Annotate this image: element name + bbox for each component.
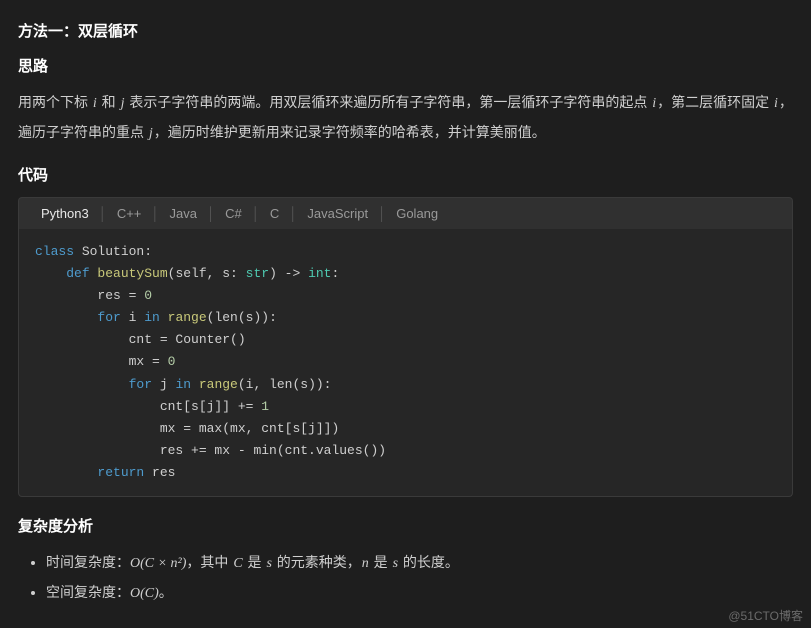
para-text: 和 bbox=[98, 94, 120, 110]
silu-paragraph: 用两个下标 i 和 j 表示子字符串的两端。用双层循环来遍历所有子字符串，第一层… bbox=[18, 88, 793, 148]
code-text: mx = bbox=[129, 354, 168, 369]
code-kw: in bbox=[175, 377, 191, 392]
space-complexity: 空间复杂度：O(C)。 bbox=[46, 578, 793, 608]
code-num: 1 bbox=[261, 399, 269, 414]
tab-javascript[interactable]: JavaScript bbox=[297, 206, 378, 221]
code-fn: beautySum bbox=[90, 266, 168, 281]
code-text: (i, len(s)): bbox=[238, 377, 332, 392]
sc-suffix: 。 bbox=[159, 584, 173, 600]
var-s: s bbox=[265, 556, 272, 571]
tc-mid: 是 bbox=[370, 554, 392, 570]
tab-cpp[interactable]: C++ bbox=[107, 206, 152, 221]
para-text: 表示子字符串的两端。用双层循环来遍历所有子字符串，第一层循环子字符串的起点 bbox=[125, 94, 651, 110]
tab-separator: │ bbox=[151, 206, 159, 221]
tab-separator: │ bbox=[99, 206, 107, 221]
para-text: 用两个下标 bbox=[18, 94, 92, 110]
time-complexity: 时间复杂度：O(C × n²)，其中 C 是 s 的元素种类，n 是 s 的长度… bbox=[46, 548, 793, 578]
code-text: res = bbox=[97, 288, 144, 303]
sc-bigO: O(C) bbox=[130, 586, 159, 601]
tab-separator: │ bbox=[289, 206, 297, 221]
code-text: cnt[s[j]] += bbox=[160, 399, 261, 414]
code-text: j bbox=[152, 377, 175, 392]
sc-prefix: 空间复杂度： bbox=[46, 584, 130, 600]
code-type: str bbox=[246, 266, 269, 281]
tab-python3[interactable]: Python3 bbox=[31, 206, 99, 221]
watermark: @51CTO博客 bbox=[728, 607, 803, 624]
code-text: (len(s)): bbox=[207, 310, 277, 325]
code-text: res += mx - min(cnt.values()) bbox=[160, 443, 386, 458]
code-kw: return bbox=[97, 465, 144, 480]
code-kw: for bbox=[97, 310, 120, 325]
code-text: res bbox=[144, 465, 175, 480]
code-text: ) -> bbox=[269, 266, 308, 281]
tab-java[interactable]: Java bbox=[160, 206, 207, 221]
code-kw: def bbox=[66, 266, 89, 281]
tc-mid: 是 bbox=[244, 554, 266, 570]
section-complexity-title: 复杂度分析 bbox=[18, 515, 793, 536]
code-kw: for bbox=[129, 377, 152, 392]
code-type: int bbox=[308, 266, 331, 281]
tab-golang[interactable]: Golang bbox=[386, 206, 448, 221]
code-fn: range bbox=[160, 310, 207, 325]
var-C: C bbox=[232, 556, 243, 571]
section-silu-title: 思路 bbox=[18, 55, 793, 76]
code-text: cnt = Counter() bbox=[129, 332, 246, 347]
code-fn: range bbox=[191, 377, 238, 392]
code-kw: class bbox=[35, 244, 74, 259]
para-text: ，第二层循环固定 bbox=[657, 94, 773, 110]
method-title: 方法一：双层循环 bbox=[18, 20, 793, 41]
code-text: (self, s: bbox=[168, 266, 246, 281]
tab-c[interactable]: C bbox=[260, 206, 289, 221]
code-text: i bbox=[121, 310, 144, 325]
language-tabs: Python3 │ C++ │ Java │ C# │ C │ JavaScri… bbox=[18, 197, 793, 229]
var-s2: s bbox=[392, 556, 399, 571]
tc-mid: ，其中 bbox=[186, 554, 232, 570]
complexity-list: 时间复杂度：O(C × n²)，其中 C 是 s 的元素种类，n 是 s 的长度… bbox=[18, 548, 793, 608]
tab-separator: │ bbox=[378, 206, 386, 221]
tc-prefix: 时间复杂度： bbox=[46, 554, 130, 570]
code-block: class Solution: def beautySum(self, s: s… bbox=[18, 229, 793, 497]
code-num: 0 bbox=[168, 354, 176, 369]
tab-separator: │ bbox=[207, 206, 215, 221]
code-kw: in bbox=[144, 310, 160, 325]
code-num: 0 bbox=[144, 288, 152, 303]
tc-bigO: O(C × n²) bbox=[130, 556, 186, 571]
para-text: ，遍历时维护更新用来记录字符频率的哈希表，并计算美丽值。 bbox=[154, 124, 546, 140]
var-n: n bbox=[361, 556, 370, 571]
tc-mid: 的元素种类， bbox=[273, 554, 361, 570]
code-text: Solution: bbox=[74, 244, 152, 259]
tab-separator: │ bbox=[252, 206, 260, 221]
code-text: : bbox=[331, 266, 339, 281]
section-code-title: 代码 bbox=[18, 164, 793, 185]
tab-csharp[interactable]: C# bbox=[215, 206, 252, 221]
tc-mid: 的长度。 bbox=[399, 554, 459, 570]
code-text: mx = max(mx, cnt[s[j]]) bbox=[160, 421, 339, 436]
